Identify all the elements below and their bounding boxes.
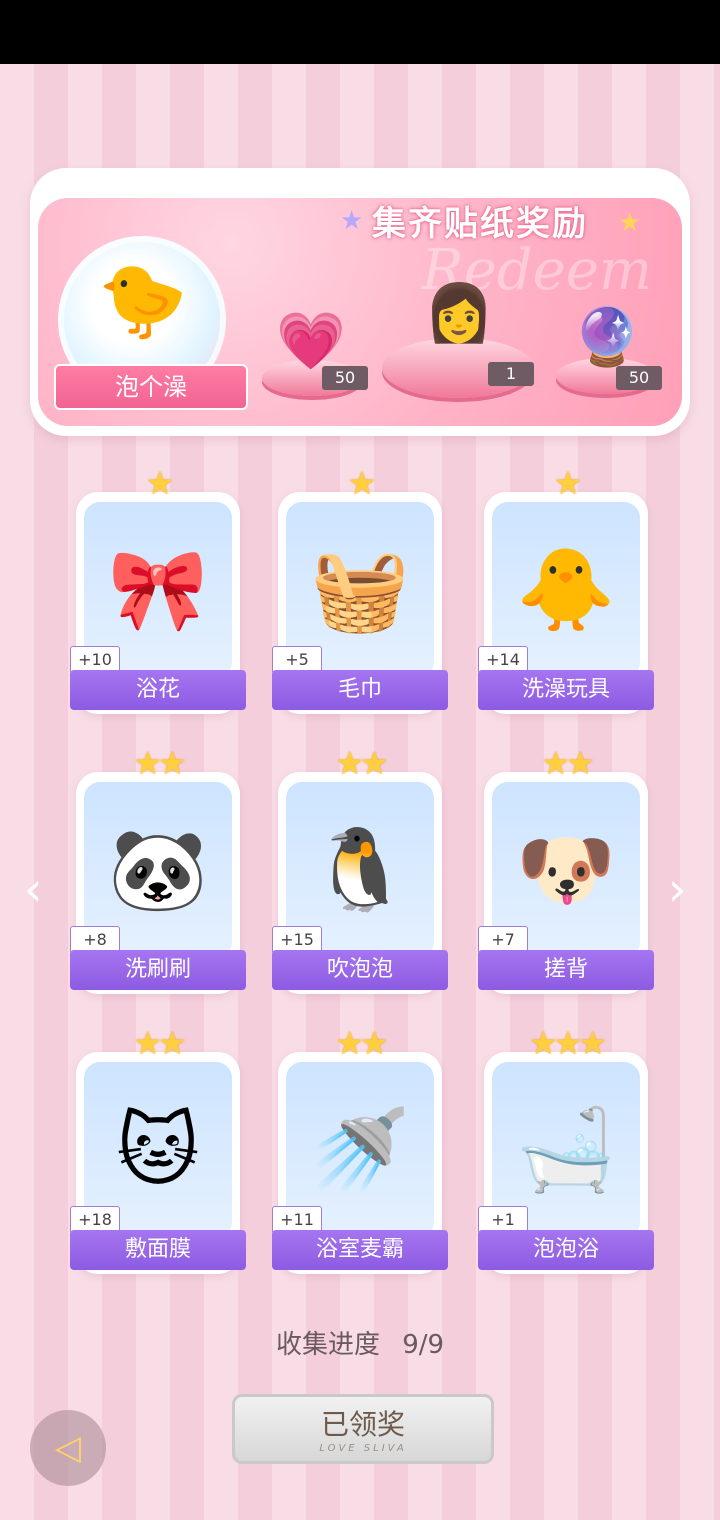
sticker-name: 浴室麦霸	[272, 1230, 448, 1270]
sticker-card-back-scrub[interactable]: ★★ 🐶 +7 搓背	[478, 744, 654, 994]
star-rating: ★	[553, 464, 583, 502]
sticker-card-bubbles[interactable]: ★★ 🐧 +15 吹泡泡	[272, 744, 448, 994]
star-rating: ★★★	[528, 1024, 607, 1062]
sticker-card-shower-singer[interactable]: ★★ 🚿 +11 浴室麦霸	[272, 1024, 448, 1274]
sparkle-icon: ★	[618, 208, 642, 238]
reward-count: 1	[488, 362, 534, 386]
sticker-card-bath-toy[interactable]: ★ 🐥 +14 洗澡玩具	[478, 464, 654, 714]
heart-gem-icon[interactable]: 💗	[276, 308, 346, 374]
collection-progress: 收集进度 9/9	[0, 1324, 720, 1361]
sticker-name: 敷面膜	[70, 1230, 246, 1270]
sticker-card-bath-puff[interactable]: ★ 🎀 +10 浴花	[70, 464, 246, 714]
star-rating: ★	[347, 464, 377, 502]
energy-orb-icon[interactable]: 🔮	[572, 304, 642, 370]
duck-icon: 🐤	[98, 258, 188, 342]
set-name-banner: 泡个澡	[54, 364, 248, 410]
claimed-subtitle: LOVE SLIVA	[319, 1443, 407, 1454]
star-rating: ★★	[133, 1024, 186, 1062]
star-rating: ★★	[133, 744, 186, 782]
star-rating: ★★	[541, 744, 594, 782]
sticker-name: 泡泡浴	[478, 1230, 654, 1270]
progress-label: 收集进度	[275, 1330, 380, 1360]
star-rating: ★	[145, 464, 175, 502]
sticker-name: 浴花	[70, 670, 246, 710]
prev-page-arrow[interactable]: ‹	[24, 862, 42, 916]
claimed-label: 已领奖	[320, 1408, 405, 1441]
sticker-name: 洗刷刷	[70, 950, 246, 990]
sticker-name: 搓背	[478, 950, 654, 990]
claimed-button[interactable]: 已领奖 LOVE SLIVA	[232, 1394, 494, 1464]
sticker-card-towel[interactable]: ★ 🧺 +5 毛巾	[272, 464, 448, 714]
star-rating: ★★	[335, 744, 388, 782]
reward-count: 50	[322, 366, 368, 390]
next-page-arrow[interactable]: ›	[668, 862, 686, 916]
sticker-name: 吹泡泡	[272, 950, 448, 990]
sticker-name: 毛巾	[272, 670, 448, 710]
star-rating: ★★	[335, 1024, 388, 1062]
progress-value: 9/9	[402, 1330, 445, 1360]
sticker-card-scrub[interactable]: ★★ 🐼 +8 洗刷刷	[70, 744, 246, 994]
sticker-card-bubble-bath[interactable]: ★★★ 🛁 +1 泡泡浴	[478, 1024, 654, 1274]
sticker-name: 洗澡玩具	[478, 670, 654, 710]
status-bar	[0, 0, 720, 64]
sticker-card-face-mask[interactable]: ★★ 🐱 +18 敷面膜	[70, 1024, 246, 1274]
reward-title: 集齐贴纸奖励	[372, 204, 588, 244]
reward-count: 50	[616, 366, 662, 390]
outfit-portrait-icon[interactable]: 👩	[424, 280, 494, 346]
back-arrow-icon[interactable]: ◁	[30, 1410, 106, 1486]
sparkle-icon: ★	[340, 206, 364, 236]
